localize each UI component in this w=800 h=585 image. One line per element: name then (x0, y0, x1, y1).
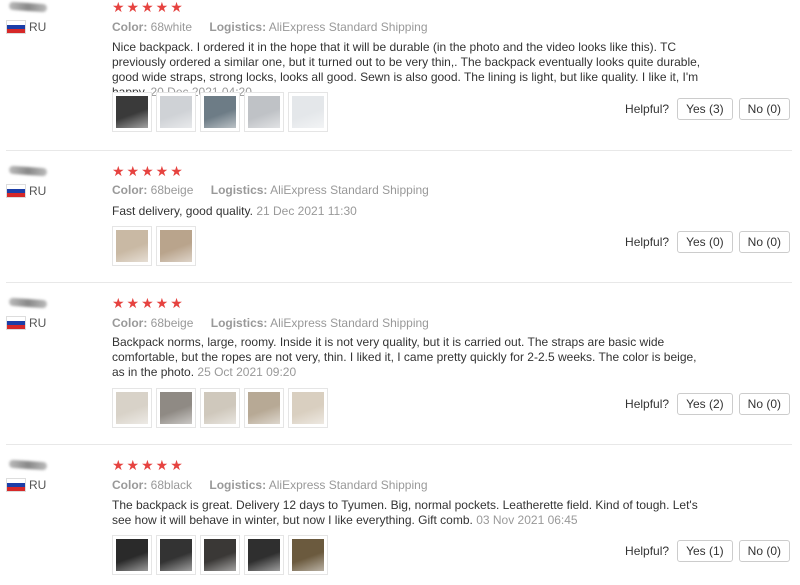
helpful-no-button[interactable]: No (0) (738, 540, 790, 562)
helpful-no-button[interactable]: No (0) (738, 98, 790, 120)
review-photo-thumb[interactable] (156, 226, 196, 266)
review-photos (112, 535, 328, 575)
logistics-value: AliExpress Standard Shipping (270, 316, 429, 330)
star-rating: ★★★★★ (112, 457, 185, 473)
logistics-value: AliExpress Standard Shipping (268, 478, 428, 492)
helpful-label: Helpful? (625, 397, 670, 411)
reviewer-name-blurred (8, 459, 48, 471)
review-photo-thumb[interactable] (156, 92, 196, 132)
country-code: RU (29, 20, 47, 34)
review-meta: Color: 68beige Logistics: AliExpress Sta… (112, 316, 429, 330)
star-rating: ★★★★★ (112, 163, 185, 179)
review-photo-thumb[interactable] (156, 388, 196, 428)
logistics-value: AliExpress Standard Shipping (270, 183, 429, 197)
review-photo-thumb[interactable] (288, 92, 328, 132)
color-value: 68white (150, 20, 193, 34)
helpful-yes-button[interactable]: Yes (3) (677, 98, 733, 120)
star-rating: ★★★★★ (112, 0, 185, 15)
helpful-label: Helpful? (625, 544, 670, 558)
review-photo-thumb[interactable] (244, 388, 284, 428)
review-photo-thumb[interactable] (112, 226, 152, 266)
review-divider (6, 282, 792, 283)
color-label: Color: (112, 183, 148, 197)
reviewer-info: RU (7, 1, 97, 34)
color-label: Color: (112, 20, 148, 34)
review-photos (112, 92, 328, 132)
russia-flag-icon (7, 479, 25, 491)
review-meta: Color: 68white Logistics: AliExpress Sta… (112, 20, 428, 34)
star-rating: ★★★★★ (112, 295, 185, 311)
review-photo-thumb[interactable] (112, 535, 152, 575)
review-photo-thumb[interactable] (288, 388, 328, 428)
review-text: Backpack norms, large, roomy. Inside it … (112, 335, 697, 379)
review-date: 21 Dec 2021 11:30 (256, 204, 357, 218)
review-photo-thumb[interactable] (200, 388, 240, 428)
review-photo-thumb[interactable] (244, 535, 284, 575)
color-value: 68black (150, 478, 193, 492)
helpful-yes-button[interactable]: Yes (2) (677, 393, 733, 415)
helpful-no-button[interactable]: No (0) (738, 393, 790, 415)
russia-flag-icon (7, 21, 25, 33)
review-photo-thumb[interactable] (244, 92, 284, 132)
russia-flag-icon (7, 317, 25, 329)
helpful-votes: Helpful? Yes (3) No (0) (625, 98, 790, 120)
review-photo-thumb[interactable] (288, 535, 328, 575)
helpful-votes: Helpful? Yes (2) No (0) (625, 393, 790, 415)
review-date: 25 Oct 2021 09:20 (197, 365, 297, 379)
review-date: 03 Nov 2021 06:45 (476, 513, 578, 527)
logistics-label: Logistics: (209, 20, 267, 34)
helpful-label: Helpful? (625, 102, 670, 116)
russia-flag-icon (7, 185, 25, 197)
review-divider (6, 444, 792, 445)
reviewer-name-blurred (8, 165, 48, 177)
review-photo-thumb[interactable] (112, 92, 152, 132)
country-code: RU (29, 316, 47, 330)
color-value: 68beige (150, 183, 194, 197)
reviewer-info: RU (7, 165, 97, 198)
reviewer-info: RU (7, 297, 97, 330)
helpful-votes: Helpful? Yes (1) No (0) (625, 540, 790, 562)
color-label: Color: (112, 478, 148, 492)
reviewer-info: RU (7, 459, 97, 492)
logistics-label: Logistics: (210, 316, 268, 330)
helpful-yes-button[interactable]: Yes (1) (677, 540, 733, 562)
reviewer-name-blurred (8, 1, 48, 13)
color-label: Color: (112, 316, 148, 330)
country-code: RU (29, 478, 47, 492)
review-photo-thumb[interactable] (200, 535, 240, 575)
helpful-yes-button[interactable]: Yes (0) (677, 231, 733, 253)
review-meta: Color: 68beige Logistics: AliExpress Sta… (112, 183, 429, 197)
helpful-votes: Helpful? Yes (0) No (0) (625, 231, 790, 253)
color-value: 68beige (150, 316, 194, 330)
logistics-label: Logistics: (210, 183, 268, 197)
helpful-label: Helpful? (625, 235, 670, 249)
review-meta: Color: 68black Logistics: AliExpress Sta… (112, 478, 428, 492)
reviewer-name-blurred (8, 297, 48, 309)
review-photo-thumb[interactable] (156, 535, 196, 575)
logistics-label: Logistics: (209, 478, 267, 492)
logistics-value: AliExpress Standard Shipping (268, 20, 428, 34)
review-photos (112, 226, 196, 266)
review-photo-thumb[interactable] (200, 92, 240, 132)
review-text: The backpack is great. Delivery 12 days … (112, 498, 698, 527)
review-photo-thumb[interactable] (112, 388, 152, 428)
review-text: Nice backpack. I ordered it in the hope … (112, 40, 702, 100)
country-code: RU (29, 184, 47, 198)
review-text: Fast delivery, good quality. 21 Dec 2021… (112, 204, 357, 218)
review-photos (112, 388, 328, 428)
helpful-no-button[interactable]: No (0) (738, 231, 790, 253)
review-divider (6, 150, 792, 151)
